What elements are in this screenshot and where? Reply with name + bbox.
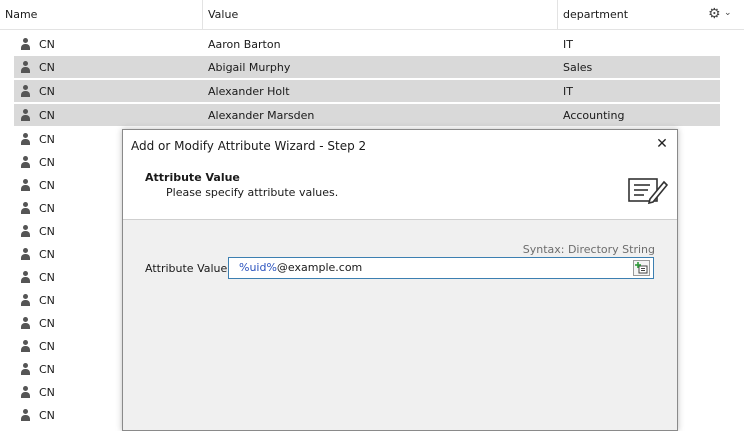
user-icon [20, 248, 31, 260]
user-icon [20, 109, 31, 121]
user-icon [20, 202, 31, 214]
cell-name: CN [39, 363, 55, 376]
user-icon [20, 294, 31, 306]
user-icon [20, 271, 31, 283]
cell-name: CN [39, 133, 55, 146]
cell-department: IT [563, 85, 573, 98]
cell-department: Sales [563, 61, 593, 74]
user-icon [20, 38, 31, 50]
cell-name: CN [39, 202, 55, 215]
cell-name: CN [39, 38, 55, 51]
cell-name: CN [39, 179, 55, 192]
wizard-dialog: Add or Modify Attribute Wizard - Step 2 … [122, 129, 678, 431]
table-header: Name Value department ⚙ ⌄ [0, 0, 744, 30]
user-icon [20, 386, 31, 398]
cell-value: Abigail Murphy [208, 61, 291, 74]
cell-name: CN [39, 409, 55, 422]
cell-name: CN [39, 156, 55, 169]
column-header-name[interactable]: Name [0, 0, 202, 29]
dialog-header-area: Add or Modify Attribute Wizard - Step 2 … [123, 130, 677, 220]
step-heading: Attribute Value [145, 171, 240, 184]
cell-name: CN [39, 61, 55, 74]
cell-name: CN [39, 271, 55, 284]
cell-name: CN [39, 294, 55, 307]
user-icon [20, 317, 31, 329]
user-icon [20, 340, 31, 352]
cell-value: Aaron Barton [208, 38, 281, 51]
user-icon [20, 133, 31, 145]
row-selection [14, 56, 720, 78]
chevron-down-icon[interactable]: ⌄ [724, 8, 732, 18]
user-icon [20, 156, 31, 168]
cell-department: Accounting [563, 109, 625, 122]
syntax-label: Syntax: Directory String [522, 243, 655, 256]
column-header-value[interactable]: Value [202, 0, 558, 29]
user-icon [20, 409, 31, 421]
cell-name: CN [39, 340, 55, 353]
table-row[interactable]: CN Aaron Barton IT [0, 33, 744, 56]
variable-token: %uid% [239, 261, 277, 274]
cell-name: CN [39, 248, 55, 261]
row-selection [14, 80, 720, 102]
cell-name: CN [39, 386, 55, 399]
cell-name: CN [39, 317, 55, 330]
gear-icon[interactable]: ⚙ [708, 6, 721, 22]
value-suffix: @example.com [276, 261, 363, 274]
edit-document-icon [628, 178, 668, 205]
attribute-value-text: %uid%@example.com [239, 258, 362, 278]
user-icon [20, 85, 31, 97]
user-icon [20, 179, 31, 191]
dialog-title: Add or Modify Attribute Wizard - Step 2 [131, 139, 367, 153]
cell-department: IT [563, 38, 573, 51]
cell-value: Alexander Marsden [208, 109, 315, 122]
step-subheading: Please specify attribute values. [166, 186, 339, 199]
cell-name: CN [39, 85, 55, 98]
user-icon [20, 363, 31, 375]
cell-value: Alexander Holt [208, 85, 290, 98]
table-row[interactable]: CN Abigail Murphy Sales [0, 56, 744, 80]
attribute-value-label: Attribute Value: [145, 262, 231, 275]
cell-name: CN [39, 225, 55, 238]
user-icon [20, 61, 31, 73]
cell-name: CN [39, 109, 55, 122]
close-icon[interactable]: ✕ [653, 135, 671, 153]
attribute-value-input[interactable]: %uid%@example.com [228, 257, 654, 279]
user-icon [20, 225, 31, 237]
column-header-department[interactable]: department [557, 0, 703, 29]
table-row[interactable]: CN Alexander Marsden Accounting [0, 104, 744, 128]
insert-variable-icon[interactable] [633, 260, 650, 276]
table-row[interactable]: CN Alexander Holt IT [0, 80, 744, 104]
